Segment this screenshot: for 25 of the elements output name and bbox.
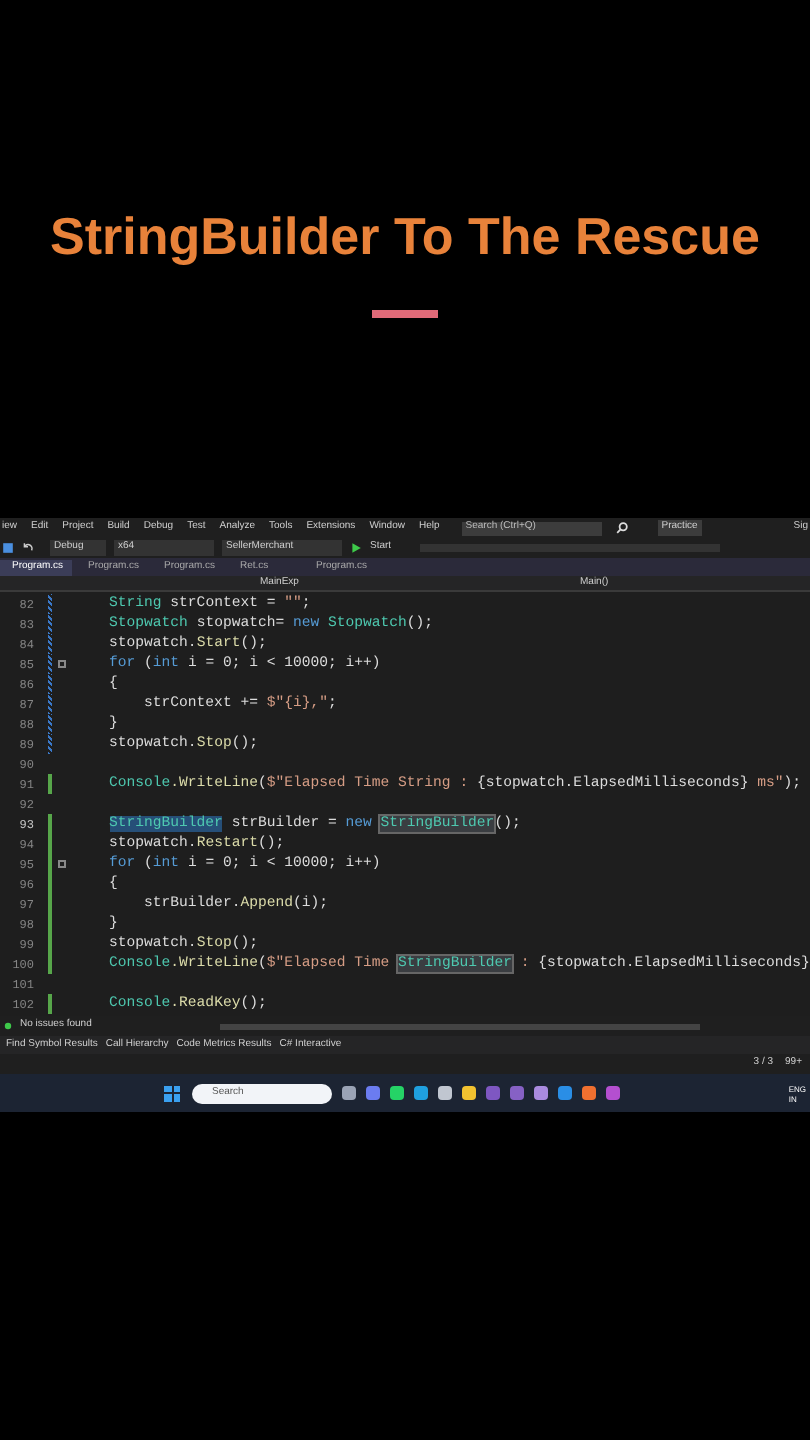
app-icon[interactable] (510, 1086, 524, 1100)
app-icon[interactable] (438, 1086, 452, 1100)
headline: StringBuilder To The Rescue (50, 204, 760, 270)
app-icon[interactable] (582, 1086, 596, 1100)
app-icon[interactable] (534, 1086, 548, 1100)
change-marker (48, 994, 52, 1014)
app-icon[interactable] (342, 1086, 356, 1100)
app-icon[interactable] (558, 1086, 572, 1100)
app-icon[interactable] (486, 1086, 500, 1100)
underline-bar (372, 310, 438, 318)
save-icon[interactable] (2, 542, 14, 554)
app-icon[interactable] (414, 1086, 428, 1100)
search-icon[interactable] (615, 522, 628, 534)
play-icon[interactable] (350, 542, 362, 554)
undo-icon[interactable] (22, 542, 34, 554)
fold-toggle-icon[interactable] (58, 860, 66, 868)
check-icon[interactable] (4, 1022, 12, 1030)
change-marker (48, 774, 52, 794)
app-icon[interactable] (366, 1086, 380, 1100)
app-icon[interactable] (606, 1086, 620, 1100)
fold-toggle-icon[interactable] (58, 660, 66, 668)
app-icon[interactable] (462, 1086, 476, 1100)
horizontal-scrollbar[interactable] (219, 1023, 700, 1029)
start-icon[interactable] (164, 1085, 180, 1101)
app-icon[interactable] (390, 1086, 404, 1100)
